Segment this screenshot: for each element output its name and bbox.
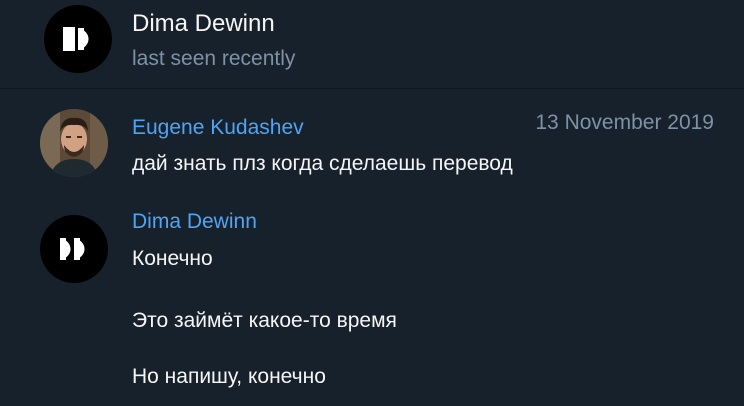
fast-forward-icon: [63, 27, 89, 51]
message-date: 13 November 2019: [535, 111, 714, 134]
message-text[interactable]: Это займёт какое-то время: [132, 309, 397, 333]
chat-header[interactable]: Dima Dewinn last seen recently: [0, 0, 744, 89]
sender-avatar-photo[interactable]: [40, 109, 108, 177]
fast-forward-icon: [60, 238, 85, 260]
person-photo-icon: [40, 109, 108, 177]
contact-status: last seen recently: [132, 47, 296, 70]
message-text[interactable]: Но напишу, конечно: [132, 365, 326, 389]
contact-name[interactable]: Dima Dewinn: [132, 10, 275, 38]
message-list: Eugene Kudashev 13 November 2019 дай зна…: [0, 89, 744, 406]
message-sender-name[interactable]: Dima Dewinn: [132, 210, 257, 234]
message-sender-name[interactable]: Eugene Kudashev: [132, 116, 304, 140]
contact-avatar[interactable]: [44, 5, 112, 73]
sender-avatar[interactable]: [40, 215, 108, 283]
message-text[interactable]: дай знать плз когда сделаешь перевод: [132, 152, 513, 176]
message-text[interactable]: Конечно: [132, 247, 213, 271]
